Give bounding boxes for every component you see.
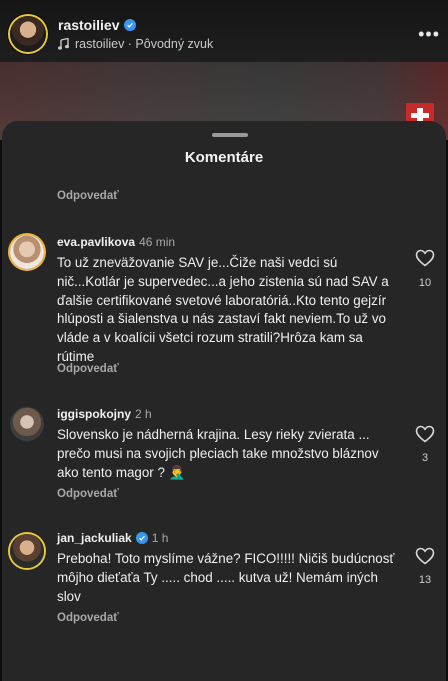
verified-badge-icon [124, 19, 137, 31]
reply-button[interactable]: Odpovedať [57, 488, 119, 500]
drag-handle[interactable] [212, 133, 248, 137]
avatar[interactable] [10, 407, 44, 441]
comment-text: Slovensko je nádherná krajina. Lesy riek… [57, 427, 379, 480]
reel-header: rastoiliev rastoiliev · Pôvodný zvuk ••• [0, 0, 448, 62]
heart-icon[interactable] [415, 425, 435, 443]
verified-badge-icon [135, 532, 148, 544]
like-count: 3 [421, 452, 429, 464]
comment-time: 2 h [135, 407, 152, 421]
comment-text: Preboha! Toto myslíme vážne? FICO!!!!! N… [57, 551, 395, 604]
comment-header: iggispokojny 2 h [57, 407, 152, 421]
comment-username[interactable]: iggispokojny [57, 407, 131, 421]
like-count: 13 [418, 574, 432, 586]
audio-label[interactable]: rastoiliev · Pôvodný zvuk [75, 37, 213, 51]
comment-time: 1 h [151, 531, 169, 545]
comment-username[interactable]: jan_jackuliak [57, 531, 132, 545]
music-note-icon [58, 38, 69, 50]
reply-button[interactable]: Odpovedať [57, 190, 119, 202]
heart-icon[interactable] [415, 547, 435, 565]
comment-header: eva.pavlikova 46 min [57, 235, 175, 249]
more-icon[interactable]: ••• [418, 24, 440, 45]
reel-username-row[interactable]: rastoiliev [58, 17, 137, 33]
audio-row[interactable]: rastoiliev · Pôvodný zvuk [58, 37, 213, 51]
like-count: 10 [418, 277, 432, 289]
comments-sheet: Komentáre Odpovedať eva.pavlikova 46 min… [2, 121, 446, 681]
reply-button[interactable]: Odpovedať [57, 363, 119, 375]
comment-text: To už zneväžovanie SAV je...Čiže naši ve… [57, 255, 389, 364]
reel-username[interactable]: rastoiliev [58, 17, 119, 33]
comment-time: 46 min [139, 235, 176, 249]
avatar[interactable] [10, 16, 46, 52]
comment-header: jan_jackuliak 1 h [57, 531, 168, 545]
avatar[interactable] [10, 534, 44, 568]
avatar[interactable] [10, 235, 44, 269]
comment-username[interactable]: eva.pavlikova [57, 235, 135, 249]
sheet-title: Komentáre [184, 149, 264, 166]
reply-button[interactable]: Odpovedať [57, 612, 119, 624]
heart-icon[interactable] [415, 249, 435, 267]
